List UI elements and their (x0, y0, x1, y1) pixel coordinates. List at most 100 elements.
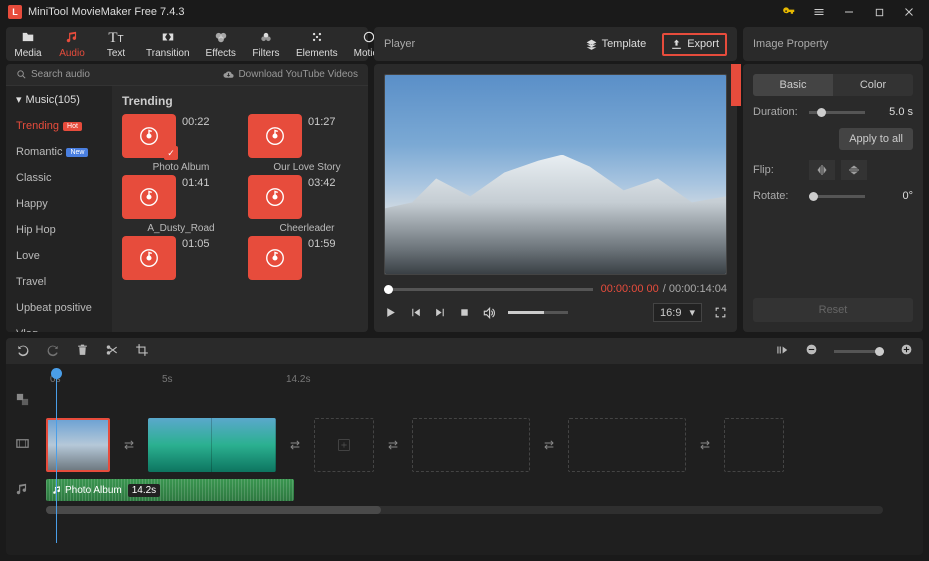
split-button[interactable] (105, 343, 119, 360)
audio-card[interactable]: 01:41 A_Dusty_Road (122, 175, 240, 234)
zoom-slider[interactable] (834, 350, 884, 353)
search-icon (16, 69, 27, 80)
tab-elements[interactable]: Elements (288, 28, 346, 61)
layer-track (6, 388, 923, 414)
rotate-slider[interactable] (809, 195, 865, 198)
zoom-in-button[interactable] (900, 343, 913, 359)
player-label: Player (384, 38, 569, 50)
player-bar: Player Template Export (374, 27, 737, 61)
audio-clip[interactable]: Photo Album 14.2s (46, 479, 294, 501)
tab-effects[interactable]: Effects (198, 28, 244, 61)
aspect-select[interactable]: 16:9▾ (653, 303, 702, 322)
audio-track: Photo Album 14.2s (6, 476, 923, 504)
total-time: / 00:00:14:04 (663, 283, 727, 295)
speed-button[interactable] (775, 343, 789, 360)
prop-tab-color[interactable]: Color (833, 74, 913, 96)
menu-icon[interactable] (807, 0, 831, 24)
audio-card[interactable]: 01:27 Our Love Story (248, 114, 366, 173)
maximize-button[interactable] (867, 0, 891, 24)
tab-transition[interactable]: Transition (138, 28, 198, 61)
close-button[interactable] (897, 0, 921, 24)
sidebar-item-classic[interactable]: Classic (6, 165, 112, 191)
reset-button[interactable]: Reset (753, 298, 913, 322)
flip-horizontal-button[interactable] (809, 160, 835, 180)
fullscreen-button[interactable] (714, 306, 727, 319)
empty-slot[interactable] (568, 418, 686, 472)
tab-text[interactable]: TT Text (94, 28, 138, 61)
crop-button[interactable] (135, 343, 149, 360)
download-youtube-link[interactable]: Download YouTube Videos (223, 69, 358, 80)
transition-slot[interactable]: ⇄ (286, 436, 304, 454)
progress-bar[interactable] (384, 287, 593, 291)
tab-media[interactable]: Media (6, 28, 50, 61)
image-property-bar: Image Property (743, 27, 923, 61)
grid-title: Trending (122, 94, 358, 108)
stop-button[interactable] (459, 307, 470, 318)
check-icon: ✓ (164, 146, 178, 160)
empty-slot[interactable] (314, 418, 374, 472)
tab-filters[interactable]: Filters (244, 28, 288, 61)
layers-icon (585, 38, 598, 51)
audio-thumb: ✓ (122, 114, 176, 158)
template-button[interactable]: Template (577, 34, 655, 55)
playhead[interactable] (56, 368, 57, 543)
transition-slot[interactable]: ⇄ (696, 436, 714, 454)
video-track-icon[interactable] (6, 436, 38, 454)
transition-icon (160, 30, 176, 47)
undo-button[interactable] (16, 343, 30, 360)
transition-slot[interactable]: ⇄ (120, 436, 138, 454)
video-track: ⇄ ⇄ ⇄ ⇄ ⇄ (6, 414, 923, 476)
audio-grid: Trending ✓ 00:22 Photo Album (112, 86, 368, 332)
sidebar-item-romantic[interactable]: RomanticNew (6, 139, 112, 165)
audio-card[interactable]: ✓ 00:22 Photo Album (122, 114, 240, 173)
text-icon: TT (108, 30, 123, 47)
rotate-value: 0° (873, 190, 913, 202)
current-time: 00:00:00 00 (601, 283, 659, 295)
image-property-title: Image Property (753, 38, 828, 50)
upgrade-key-icon[interactable] (777, 0, 801, 24)
effects-icon (214, 30, 228, 47)
audio-thumb (122, 236, 176, 280)
audio-card[interactable]: 03:42 Cheerleader (248, 175, 366, 234)
video-preview[interactable] (384, 74, 727, 275)
apply-all-button[interactable]: Apply to all (839, 128, 913, 150)
sidebar-item-upbeat[interactable]: Upbeat positive (6, 295, 112, 321)
audio-card[interactable]: 01:59 (248, 236, 366, 284)
empty-slot[interactable] (412, 418, 530, 472)
duration-slider[interactable] (809, 111, 865, 114)
export-button[interactable]: Export (662, 33, 727, 56)
sidebar-item-vlog[interactable]: Vlog (6, 321, 112, 332)
sidebar-item-trending[interactable]: TrendingHot (6, 113, 112, 139)
app-logo: L (8, 5, 22, 19)
search-input[interactable]: Search audio (16, 69, 215, 80)
layer-icon[interactable] (6, 392, 38, 410)
empty-slot[interactable] (724, 418, 784, 472)
volume-button[interactable] (482, 306, 496, 320)
sidebar-item-happy[interactable]: Happy (6, 191, 112, 217)
flip-vertical-button[interactable] (841, 160, 867, 180)
sidebar-group-music[interactable]: ▾ Music(105) (6, 86, 112, 113)
next-frame-button[interactable] (434, 306, 447, 319)
audio-card[interactable]: 01:05 (122, 236, 240, 284)
sidebar-item-travel[interactable]: Travel (6, 269, 112, 295)
video-clip[interactable] (148, 418, 276, 472)
redo-button[interactable] (46, 343, 60, 360)
duration-value: 5.0 s (873, 106, 913, 118)
play-button[interactable] (384, 306, 397, 319)
transition-slot[interactable]: ⇄ (540, 436, 558, 454)
minimize-button[interactable] (837, 0, 861, 24)
audio-track-icon[interactable] (6, 482, 38, 499)
prop-tab-basic[interactable]: Basic (753, 74, 833, 96)
timeline-ruler[interactable]: 0s 5s 14.2s (6, 370, 923, 388)
cloud-download-icon (223, 69, 234, 80)
timeline-toolbar (6, 338, 923, 364)
timeline-scrollbar[interactable] (46, 506, 883, 514)
transition-slot[interactable]: ⇄ (384, 436, 402, 454)
volume-slider[interactable] (508, 311, 568, 314)
sidebar-item-love[interactable]: Love (6, 243, 112, 269)
sidebar-item-hiphop[interactable]: Hip Hop (6, 217, 112, 243)
delete-button[interactable] (76, 343, 89, 360)
prev-frame-button[interactable] (409, 306, 422, 319)
zoom-out-button[interactable] (805, 343, 818, 359)
tab-audio[interactable]: Audio (50, 28, 94, 61)
